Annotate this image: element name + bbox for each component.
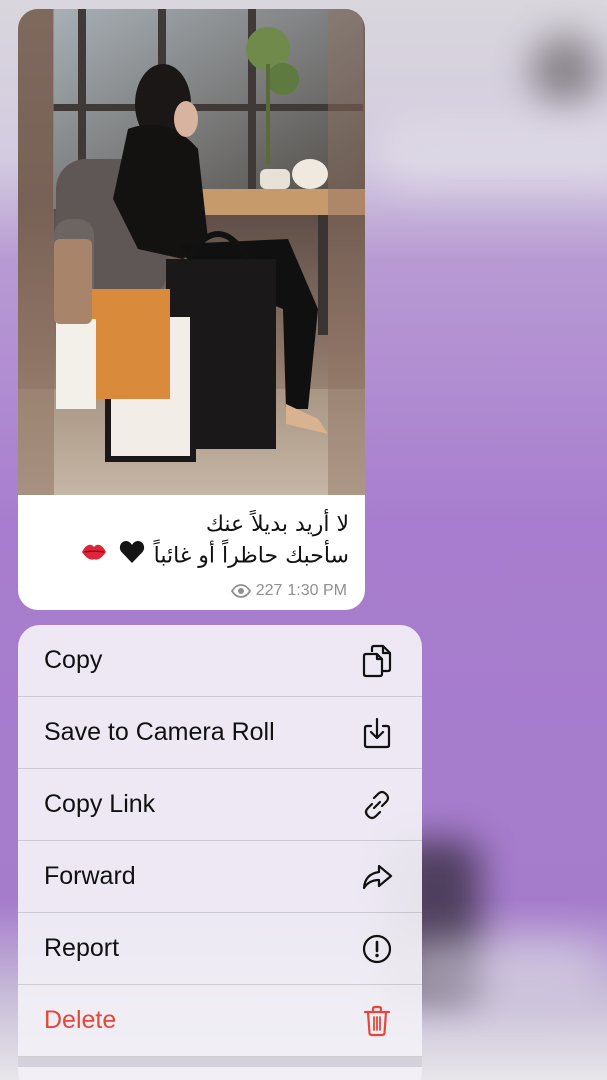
blurred-background-bubble xyxy=(400,940,600,1000)
caption-line-1: لا أريد بديلاً عنك xyxy=(205,512,349,537)
blurred-background-bubble xyxy=(380,120,607,190)
caption-line-2-text: سأحبك حاظراً أو غائباً xyxy=(153,543,349,569)
menu-item-label: Copy xyxy=(44,646,103,674)
menu-section-separator xyxy=(18,1057,422,1067)
photo-illustration xyxy=(18,9,365,495)
menu-item-label: Report xyxy=(44,934,120,962)
blurred-avatar xyxy=(530,35,600,105)
link-icon xyxy=(360,788,394,822)
menu-item-forward[interactable]: Forward xyxy=(18,841,422,913)
context-menu: Copy Save to Camera Roll Copy Link Forwa… xyxy=(18,625,422,1080)
menu-item-label: Forward xyxy=(44,862,136,890)
menu-item-delete[interactable]: Delete xyxy=(18,985,422,1057)
caption-line-2: سأحبك حاظراً أو غائباً xyxy=(34,540,349,573)
menu-item-label: Copy Link xyxy=(44,790,156,818)
menu-item-save-to-camera-roll[interactable]: Save to Camera Roll xyxy=(18,697,422,769)
message-photo[interactable] xyxy=(18,9,365,495)
message-bubble[interactable]: لا أريد بديلاً عنك سأحبك حاظراً أو غائبا… xyxy=(18,9,365,610)
save-icon xyxy=(360,716,394,750)
message-time: 1:30 PM xyxy=(287,582,347,599)
trash-icon xyxy=(360,1004,394,1038)
report-icon xyxy=(360,932,394,966)
menu-item-report[interactable]: Report xyxy=(18,913,422,985)
menu-item-label: Delete xyxy=(44,1006,117,1034)
eye-icon xyxy=(230,584,251,598)
menu-item-copy[interactable]: Copy xyxy=(18,625,422,697)
black-heart-emoji xyxy=(119,540,145,573)
screen: لا أريد بديلاً عنك سأحبك حاظراً أو غائبا… xyxy=(0,0,607,1080)
copy-icon xyxy=(360,644,394,678)
kiss-mark-emoji xyxy=(80,541,108,572)
forward-icon xyxy=(360,860,394,894)
message-meta: 227 1:30 PM xyxy=(230,582,347,600)
view-count: 227 xyxy=(255,582,283,599)
message-caption: لا أريد بديلاً عنك سأحبك حاظراً أو غائبا… xyxy=(34,509,349,573)
menu-item-label: Save to Camera Roll xyxy=(44,718,275,746)
menu-item-copy-link[interactable]: Copy Link xyxy=(18,769,422,841)
